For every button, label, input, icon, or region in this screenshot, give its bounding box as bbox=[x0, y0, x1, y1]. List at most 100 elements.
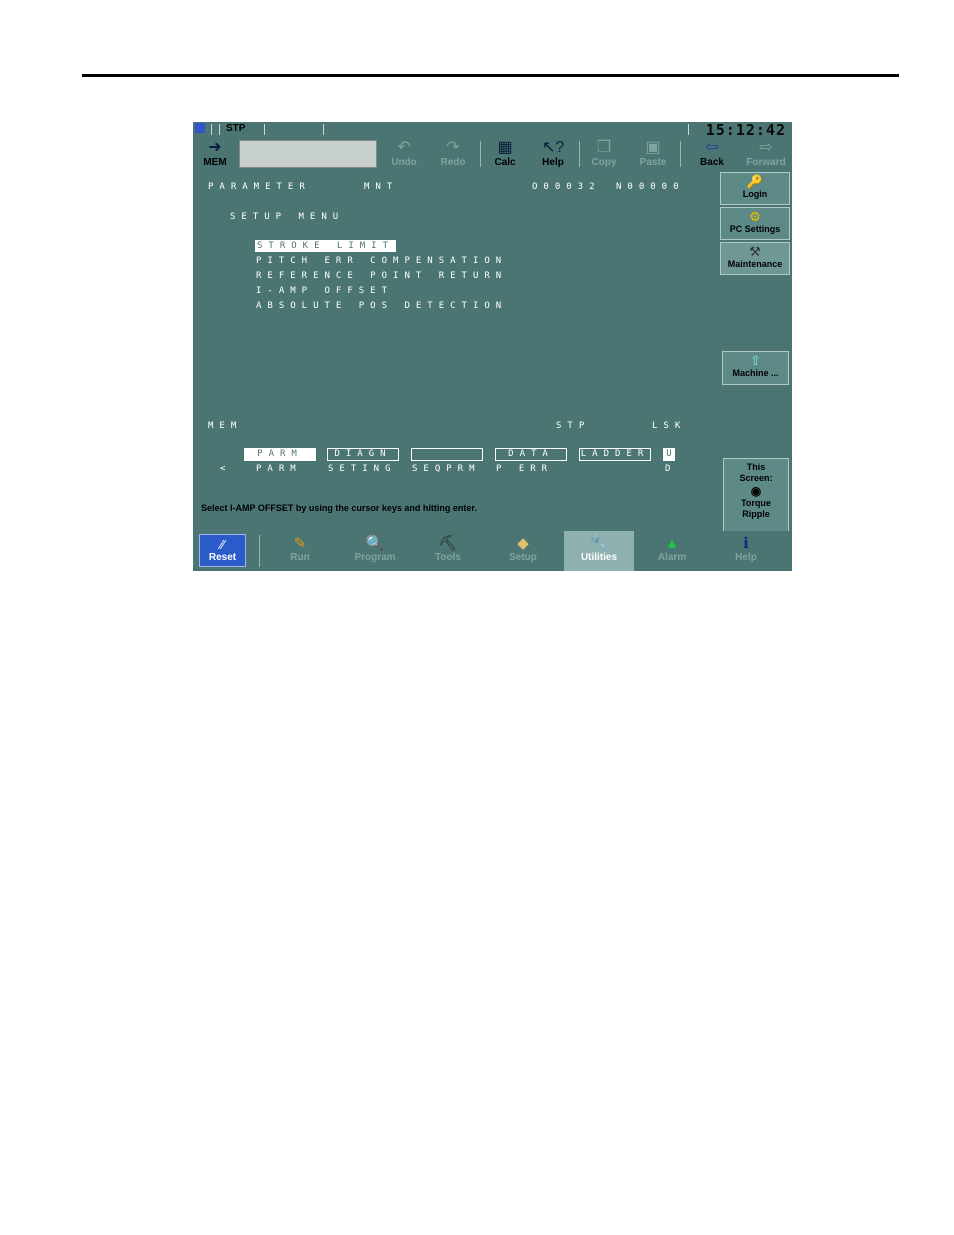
maintenance-label: Maintenance bbox=[727, 259, 783, 269]
nav-alarm-label: Alarm bbox=[657, 552, 687, 563]
reset-label: Reset bbox=[208, 552, 237, 563]
softkey-data[interactable]: DATA bbox=[495, 448, 567, 461]
nav-setup[interactable]: ◆ Setup bbox=[488, 531, 558, 571]
pc-settings-button[interactable]: ⚙ PC Settings bbox=[720, 207, 790, 240]
undo-icon: ↶ bbox=[397, 139, 411, 156]
calculator-icon: ▦ bbox=[497, 139, 513, 156]
page-top-rule bbox=[82, 74, 899, 77]
program-icon: 🔍 bbox=[365, 535, 385, 552]
menu-item-pitch-err[interactable]: PITCH ERR COMPENSATION bbox=[256, 256, 507, 266]
status-bar: STP 15:12:42 bbox=[193, 122, 792, 139]
menu-item-stroke-limit[interactable]: STROKE LIMIT bbox=[255, 240, 397, 252]
nav-program[interactable]: 🔍 Program bbox=[339, 531, 411, 571]
softkey-ladder[interactable]: LADDER bbox=[579, 448, 651, 461]
back-button[interactable]: ⇦ Back bbox=[690, 137, 734, 171]
machine-button[interactable]: ⇧ Machine ... bbox=[722, 351, 789, 385]
paste-icon: ▣ bbox=[645, 139, 661, 156]
run-mode-indicator: STP bbox=[226, 123, 246, 134]
status-divider bbox=[264, 124, 265, 135]
menu-title: SETUP MENU bbox=[230, 212, 345, 222]
nav-alarm[interactable]: ▲ Alarm bbox=[637, 531, 707, 571]
help-pointer-button[interactable]: ↖? Help bbox=[531, 137, 575, 171]
reset-button[interactable]: ⁄⁄ Reset bbox=[199, 534, 246, 567]
menu-item-absolute-pos[interactable]: ABSOLUTE POS DETECTION bbox=[256, 301, 507, 311]
menu-item-reference-point[interactable]: REFERENCE POINT RETURN bbox=[256, 271, 507, 281]
torque-ripple-label: Torque Ripple bbox=[741, 498, 771, 519]
status-divider bbox=[211, 124, 212, 135]
redo-button[interactable]: ↷ Redo bbox=[431, 137, 475, 171]
softkey-sub-parm: PARM bbox=[256, 464, 302, 474]
nav-utilities[interactable]: 🔧 Utilities bbox=[564, 531, 634, 571]
status-divider bbox=[323, 124, 324, 135]
nav-help[interactable]: ℹ Help bbox=[711, 531, 781, 571]
reset-icon: ⁄⁄ bbox=[220, 537, 225, 552]
toolbar: ➜ MEM ↶ Undo ↷ Redo ▦ Calc ↖? Help ❐ Cop… bbox=[193, 137, 792, 171]
mode-display-field bbox=[239, 140, 377, 168]
undo-label: Undo bbox=[391, 157, 417, 168]
setup-icon: ◆ bbox=[517, 535, 529, 552]
copy-label: Copy bbox=[591, 157, 617, 168]
login-label: Login bbox=[742, 189, 768, 199]
toolbar-divider bbox=[579, 141, 580, 167]
softkey-diagn[interactable]: DIAGN bbox=[327, 448, 399, 461]
status-stp: STP bbox=[556, 421, 591, 431]
status-flag-icon bbox=[195, 123, 205, 133]
forward-arrow-icon: ⇨ bbox=[759, 139, 773, 156]
calc-label: Calc bbox=[494, 157, 516, 168]
softkey-left-arrow[interactable]: < bbox=[220, 464, 231, 474]
up-arrow-icon: ⇧ bbox=[750, 353, 761, 368]
key-icon: 🔑 bbox=[746, 174, 764, 189]
status-divider bbox=[219, 124, 220, 135]
softkey-sub-perr: P ERR bbox=[496, 464, 554, 474]
nav-tools[interactable]: ⛏ Tools bbox=[413, 531, 483, 571]
nav-setup-label: Setup bbox=[509, 552, 537, 563]
mode-label: MNT bbox=[364, 182, 399, 192]
toolbar-divider bbox=[480, 141, 481, 167]
mem-icon: ➜ bbox=[208, 139, 222, 156]
redo-label: Redo bbox=[440, 157, 466, 168]
softkey-sub-seting: SETING bbox=[328, 464, 397, 474]
nav-help-label: Help bbox=[735, 552, 757, 563]
mem-label: MEM bbox=[203, 157, 227, 168]
menu-item-i-amp-offset[interactable]: I-AMP OFFSET bbox=[256, 286, 393, 296]
pc-settings-label: PC Settings bbox=[729, 224, 781, 234]
paste-label: Paste bbox=[639, 157, 667, 168]
softkey-blank[interactable] bbox=[411, 448, 483, 461]
screen-title: PARAMETER bbox=[208, 182, 311, 192]
paste-button[interactable]: ▣ Paste bbox=[631, 137, 675, 171]
cnc-hmi-screen: STP 15:12:42 ➜ MEM ↶ Undo ↷ Redo ▦ Calc … bbox=[193, 122, 792, 571]
nav-tools-label: Tools bbox=[435, 552, 461, 563]
nav-run-label: Run bbox=[290, 552, 310, 563]
nav-divider bbox=[259, 535, 260, 567]
copy-icon: ❐ bbox=[596, 139, 612, 156]
tools-icon: ⛏ bbox=[438, 535, 458, 552]
forward-label: Forward bbox=[746, 157, 786, 168]
redo-icon: ↷ bbox=[446, 139, 460, 156]
status-mem: MEM bbox=[208, 421, 243, 431]
softkey-sub-seqprm: SEQPRM bbox=[412, 464, 481, 474]
this-screen-panel[interactable]: This Screen: ◉ Torque Ripple bbox=[723, 458, 789, 534]
softkey-parm[interactable]: PARM bbox=[244, 448, 316, 461]
maintenance-button[interactable]: ⚒ Maintenance bbox=[720, 242, 790, 275]
undo-button[interactable]: ↶ Undo bbox=[382, 137, 426, 171]
info-icon: ℹ bbox=[743, 535, 749, 552]
maintenance-icon: ⚒ bbox=[749, 244, 761, 259]
alarm-light-icon: ▲ bbox=[664, 535, 680, 552]
nav-utilities-label: Utilities bbox=[580, 552, 618, 563]
calc-button[interactable]: ▦ Calc bbox=[483, 137, 527, 171]
forward-button[interactable]: ⇨ Forward bbox=[741, 137, 791, 171]
nav-program-label: Program bbox=[354, 552, 396, 563]
copy-button[interactable]: ❐ Copy bbox=[582, 137, 626, 171]
login-button[interactable]: 🔑 Login bbox=[720, 172, 790, 205]
nav-run[interactable]: ✎ Run bbox=[265, 531, 335, 571]
pc-settings-icon: ⚙ bbox=[749, 209, 761, 224]
status-lsk: LSK bbox=[652, 421, 687, 431]
softkey-sub-down: D bbox=[665, 464, 677, 474]
status-divider bbox=[688, 124, 689, 135]
bottom-nav: ⁄⁄ Reset ✎ Run 🔍 Program ⛏ Tools ◆ Setup… bbox=[193, 531, 792, 571]
program-number: O00032 bbox=[532, 182, 601, 192]
mem-mode-button[interactable]: ➜ MEM bbox=[193, 137, 237, 171]
help-label: Help bbox=[542, 157, 564, 168]
softkey-page-up[interactable]: U bbox=[663, 448, 675, 461]
back-label: Back bbox=[700, 157, 724, 168]
